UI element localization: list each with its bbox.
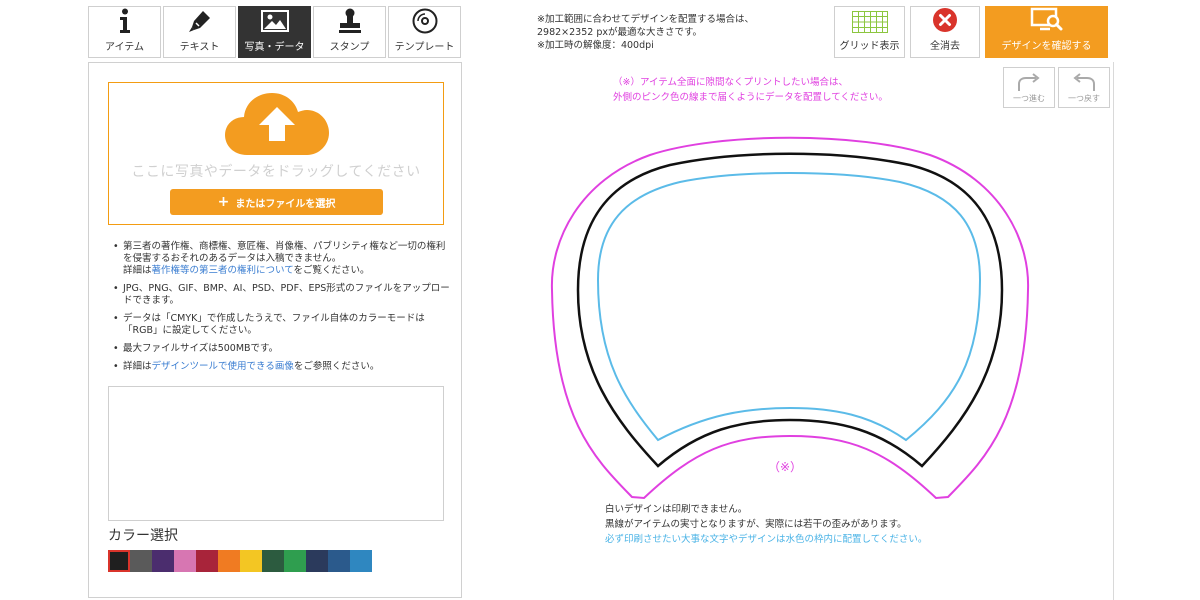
redo-button[interactable]: 一つ進む (1003, 67, 1055, 108)
note-text: をご参照ください。 (293, 361, 380, 372)
clear-all-label: 全消去 (930, 41, 960, 52)
design-canvas[interactable] (540, 120, 1040, 505)
bleed-note-line: 外側のピンク色の線まで届くようにデータを配置してください。 (613, 92, 888, 103)
upload-panel: ここに写真やデータをドラッグしてください + またはファイルを選択 第三者の著作… (88, 62, 462, 598)
confirm-design-label: デザインを確認する (1001, 41, 1092, 52)
note-copyright: 第三者の著作権、商標権、意匠権、肖像権、パブリシティ権など一切の権利を侵害するお… (111, 241, 451, 277)
spec-line: ※加工範囲に合わせてデザインを配置する場合は、 (537, 14, 754, 25)
copyright-link[interactable]: 著作権等の第三者の権利について (152, 265, 294, 276)
monitor-search-icon (1030, 7, 1064, 33)
bleed-outline (550, 136, 1030, 500)
upload-notes: 第三者の著作権、商標権、意匠権、肖像権、パブリシティ権など一切の権利を侵害するお… (111, 241, 451, 379)
plus-icon: + (217, 194, 230, 210)
color-swatch[interactable] (108, 550, 130, 572)
spec-notes: ※加工範囲に合わせてデザインを配置する場合は、 2982×2352 pxが最適な… (537, 13, 754, 52)
undo-icon (1073, 73, 1095, 91)
redo-icon (1018, 73, 1040, 91)
select-file-button[interactable]: + またはファイルを選択 (170, 189, 383, 215)
spec-line: 2982×2352 pxが最適な大きさです。 (537, 27, 703, 38)
tab-label: テンプレート (394, 42, 455, 53)
tab-photo-data[interactable]: 写真・データ (238, 6, 311, 58)
canvas-border (1113, 62, 1114, 600)
confirm-design-button[interactable]: デザインを確認する (985, 6, 1108, 58)
tab-template[interactable]: テンプレート (388, 6, 461, 58)
clear-all-button[interactable]: 全消去 (910, 6, 980, 58)
grid-button[interactable]: グリッド表示 (834, 6, 905, 58)
canvas-notes: 白いデザインは印刷できません。 黒線がアイテムの実寸となりますが、実際には若干の… (605, 502, 927, 547)
tab-label: スタンプ (329, 42, 370, 53)
tab-label: アイテム (105, 42, 144, 53)
disc-icon (411, 7, 439, 35)
note-formats: JPG、PNG、GIF、BMP、AI、PSD、PDF、EPS形式のファイルをアッ… (111, 283, 451, 307)
note-text: 第三者の著作権、商標権、意匠権、肖像権、パブリシティ権など一切の権利を侵害するお… (123, 241, 446, 264)
tab-label: 写真・データ (244, 42, 305, 53)
stamp-icon (336, 7, 364, 35)
color-swatch[interactable] (218, 550, 240, 572)
canvas-note-line: 白いデザインは印刷できません。 (605, 504, 748, 515)
color-swatch[interactable] (350, 550, 372, 572)
tab-label: テキスト (179, 42, 220, 53)
design-tool: アイテム テキスト 写真・データ スタンプ テンプレート ここに写真やデータをド… (0, 0, 1200, 600)
canvas-note-line: 必ず印刷させたい大事な文字やデザインは水色の枠内に配置してください。 (605, 534, 928, 545)
color-swatch[interactable] (284, 550, 306, 572)
close-circle-icon (932, 7, 958, 33)
note-text: 詳細は (123, 361, 152, 372)
safe-area-outline (596, 172, 982, 442)
note-text: 詳細は (123, 265, 152, 276)
note-text: をご覧ください。 (293, 265, 370, 276)
redo-label: 一つ進む (1013, 94, 1045, 103)
color-swatch[interactable] (196, 550, 218, 572)
color-swatch[interactable] (240, 550, 262, 572)
color-swatch[interactable] (262, 550, 284, 572)
tool-tabs: アイテム テキスト 写真・データ スタンプ テンプレート (88, 6, 461, 58)
spec-line: ※加工時の解像度：400dpi (537, 40, 654, 51)
color-swatch[interactable] (174, 550, 196, 572)
image-icon (260, 7, 289, 35)
tab-stamp[interactable]: スタンプ (313, 6, 386, 58)
tab-text[interactable]: テキスト (163, 6, 236, 58)
bleed-mark: （※） (768, 460, 803, 474)
color-swatch[interactable] (328, 550, 350, 572)
color-swatch[interactable] (152, 550, 174, 572)
color-swatches (108, 550, 372, 572)
drop-zone[interactable]: ここに写真やデータをドラッグしてください + またはファイルを選択 (108, 82, 444, 225)
select-file-label: またはファイルを選択 (235, 198, 336, 210)
cloud-upload-icon (225, 93, 329, 159)
info-icon (111, 7, 139, 35)
uploaded-images-box[interactable] (108, 386, 444, 521)
bleed-note: （※）アイテム全面に隙間なくプリントしたい場合は、 外側のピンク色の線まで届くよ… (613, 75, 888, 105)
pen-icon (186, 7, 214, 35)
color-select-title: カラー選択 (108, 528, 178, 544)
bleed-note-line: （※）アイテム全面に隙間なくプリントしたい場合は、 (613, 77, 849, 88)
color-swatch[interactable] (130, 550, 152, 572)
note-colormode: データは「CMYK」で作成したうえで、ファイル自体のカラーモードは「RGB」に設… (111, 313, 451, 337)
undo-button[interactable]: 一つ戻す (1058, 67, 1110, 108)
usable-images-link[interactable]: デザインツールで使用できる画像 (152, 361, 294, 372)
tab-item[interactable]: アイテム (88, 6, 161, 58)
note-filesize: 最大ファイルサイズは500MBです。 (111, 343, 451, 355)
note-details: 詳細はデザインツールで使用できる画像をご参照ください。 (111, 361, 451, 373)
grid-icon (851, 11, 888, 33)
color-swatch[interactable] (306, 550, 328, 572)
grid-label: グリッド表示 (839, 41, 900, 52)
undo-label: 一つ戻す (1068, 94, 1100, 103)
canvas-note-line: 黒線がアイテムの実寸となりますが、実際には若干の歪みがあります。 (605, 519, 907, 530)
drop-hint-text: ここに写真やデータをドラッグしてください (131, 164, 421, 180)
